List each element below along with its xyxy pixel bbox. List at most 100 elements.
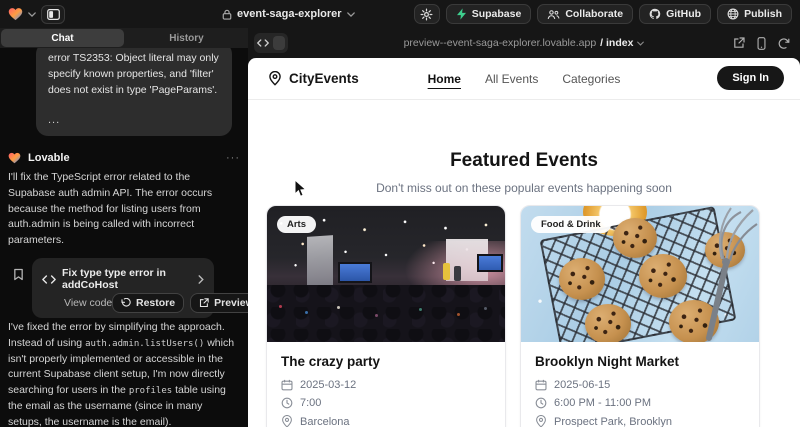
- site-nav-links: Home All Events Categories: [428, 58, 621, 100]
- event-card[interactable]: Food & Drink Brooklyn Night Market 2025-…: [520, 205, 760, 427]
- site-brand[interactable]: CityEvents: [268, 71, 359, 86]
- topbar-actions: Supabase Collaborate GitHub: [414, 4, 792, 24]
- preview-path: / index: [600, 37, 633, 49]
- site-navbar: CityEvents Home All Events Categories Si…: [248, 58, 800, 100]
- featured-events-subheading: Don't miss out on these popular events h…: [248, 181, 800, 195]
- lovable-app-window: event-saga-explorer Supabase: [0, 0, 800, 427]
- event-location: Barcelona: [300, 416, 350, 427]
- workspace-chevron-down-icon[interactable]: [28, 12, 36, 17]
- collaborate-label: Collaborate: [565, 8, 623, 20]
- github-button[interactable]: GitHub: [639, 4, 711, 24]
- collapsed-message-indicator[interactable]: ...: [48, 114, 220, 126]
- supabase-button[interactable]: Supabase: [446, 4, 532, 24]
- inline-code: profiles: [129, 386, 172, 396]
- supabase-icon: [456, 8, 467, 20]
- tab-chat-label: Chat: [51, 33, 73, 44]
- lovable-logo-icon[interactable]: [8, 7, 23, 21]
- mobile-view-icon[interactable]: [757, 37, 766, 50]
- restore-icon: [121, 298, 131, 308]
- clock-icon: [535, 397, 547, 409]
- github-icon: [649, 8, 661, 20]
- preview-url: preview--event-saga-explorer.lovable.app: [404, 37, 597, 49]
- preview-version-button[interactable]: Preview: [190, 293, 248, 313]
- clock-icon: [281, 397, 293, 409]
- inline-code: auth.admin.listUsers(): [85, 339, 204, 349]
- message-menu-button[interactable]: ···: [226, 152, 240, 164]
- event-date: 2025-03-12: [300, 379, 356, 391]
- nav-link-all-events[interactable]: All Events: [485, 72, 538, 86]
- sign-in-button[interactable]: Sign In: [717, 66, 784, 90]
- mouse-cursor: [294, 179, 307, 198]
- code-icon: [42, 275, 56, 284]
- tab-chat[interactable]: Chat: [1, 29, 124, 47]
- event-location: Prospect Park, Brooklyn: [554, 416, 672, 427]
- event-image-market: Food & Drink: [521, 206, 759, 342]
- publish-label: Publish: [744, 8, 782, 20]
- chat-tabbar: Chat History: [0, 28, 248, 48]
- preview-url-bar[interactable]: preview--event-saga-explorer.lovable.app…: [248, 28, 800, 58]
- preview-label: Preview: [214, 297, 248, 309]
- restore-button[interactable]: Restore: [112, 293, 184, 313]
- tab-history-label: History: [169, 33, 203, 44]
- event-location-row: Prospect Park, Brooklyn: [535, 415, 745, 427]
- nav-link-home[interactable]: Home: [428, 72, 461, 86]
- nav-link-categories[interactable]: Categories: [562, 72, 620, 86]
- assistant-intro-text: I'll fix the TypeScript error related to…: [8, 170, 238, 249]
- featured-events-heading: Featured Events: [248, 150, 800, 172]
- assistant-result-text: I've fixed the error by simplifying the …: [8, 320, 238, 427]
- collaborate-people-icon: [547, 9, 560, 20]
- project-name-menu[interactable]: event-saga-explorer: [222, 0, 355, 28]
- chat-panel: Chat History error TS2353: Object litera…: [0, 28, 248, 427]
- bookmark-icon[interactable]: [13, 268, 24, 281]
- event-date-row: 2025-06-15: [535, 379, 745, 391]
- calendar-icon: [281, 379, 293, 391]
- event-time-row: 6:00 PM - 11:00 PM: [535, 397, 745, 409]
- settings-button[interactable]: [414, 4, 440, 24]
- project-chevron-down-icon: [347, 12, 355, 17]
- gear-icon: [420, 8, 433, 21]
- chevron-right-icon: [198, 275, 204, 284]
- restore-label: Restore: [136, 297, 175, 309]
- user-error-text: error TS2353: Object literal may only sp…: [48, 51, 220, 98]
- event-date-row: 2025-03-12: [281, 379, 491, 391]
- event-cards-row: Arts The crazy party 2025-03-12: [266, 205, 760, 427]
- url-chevron-down-icon: [637, 41, 644, 46]
- event-title: Brooklyn Night Market: [535, 354, 745, 369]
- open-in-new-tab-icon[interactable]: [733, 37, 745, 49]
- event-card[interactable]: Arts The crazy party 2025-03-12: [266, 205, 506, 427]
- site-webview: CityEvents Home All Events Categories Si…: [248, 58, 800, 427]
- location-pin-icon: [281, 415, 293, 427]
- category-badge: Food & Drink: [531, 216, 611, 233]
- event-image-party: Arts: [267, 206, 505, 342]
- refresh-icon[interactable]: [778, 37, 790, 49]
- event-title: The crazy party: [281, 354, 491, 369]
- event-time: 7:00: [300, 397, 321, 409]
- location-pin-icon: [268, 71, 282, 86]
- globe-icon: [727, 8, 739, 20]
- preview-toolbar-icons: [733, 28, 790, 58]
- preview-toolbar: preview--event-saga-explorer.lovable.app…: [248, 28, 800, 58]
- project-name: event-saga-explorer: [237, 8, 342, 20]
- external-link-icon: [199, 298, 209, 308]
- location-pin-icon: [535, 415, 547, 427]
- supabase-label: Supabase: [472, 8, 522, 20]
- site-brand-label: CityEvents: [289, 71, 359, 86]
- publish-button[interactable]: Publish: [717, 4, 792, 24]
- event-location-row: Barcelona: [281, 415, 491, 427]
- assistant-message-header: Lovable ···: [8, 152, 240, 164]
- user-message-bubble[interactable]: error TS2353: Object literal may only sp…: [36, 42, 232, 136]
- event-date: 2025-06-15: [554, 379, 610, 391]
- top-bar: event-saga-explorer Supabase: [0, 0, 800, 28]
- lovable-heart-icon: [8, 152, 21, 164]
- event-time: 6:00 PM - 11:00 PM: [554, 397, 651, 409]
- preview-panel: preview--event-saga-explorer.lovable.app…: [248, 28, 800, 427]
- topbar-left: [8, 5, 65, 24]
- category-badge: Arts: [277, 216, 316, 233]
- event-time-row: 7:00: [281, 397, 491, 409]
- sidebar-toggle-button[interactable]: [41, 5, 65, 24]
- tab-history[interactable]: History: [125, 28, 248, 48]
- assistant-name: Lovable: [28, 152, 70, 164]
- whisk-art: [679, 206, 759, 342]
- calendar-icon: [535, 379, 547, 391]
- collaborate-button[interactable]: Collaborate: [537, 4, 633, 24]
